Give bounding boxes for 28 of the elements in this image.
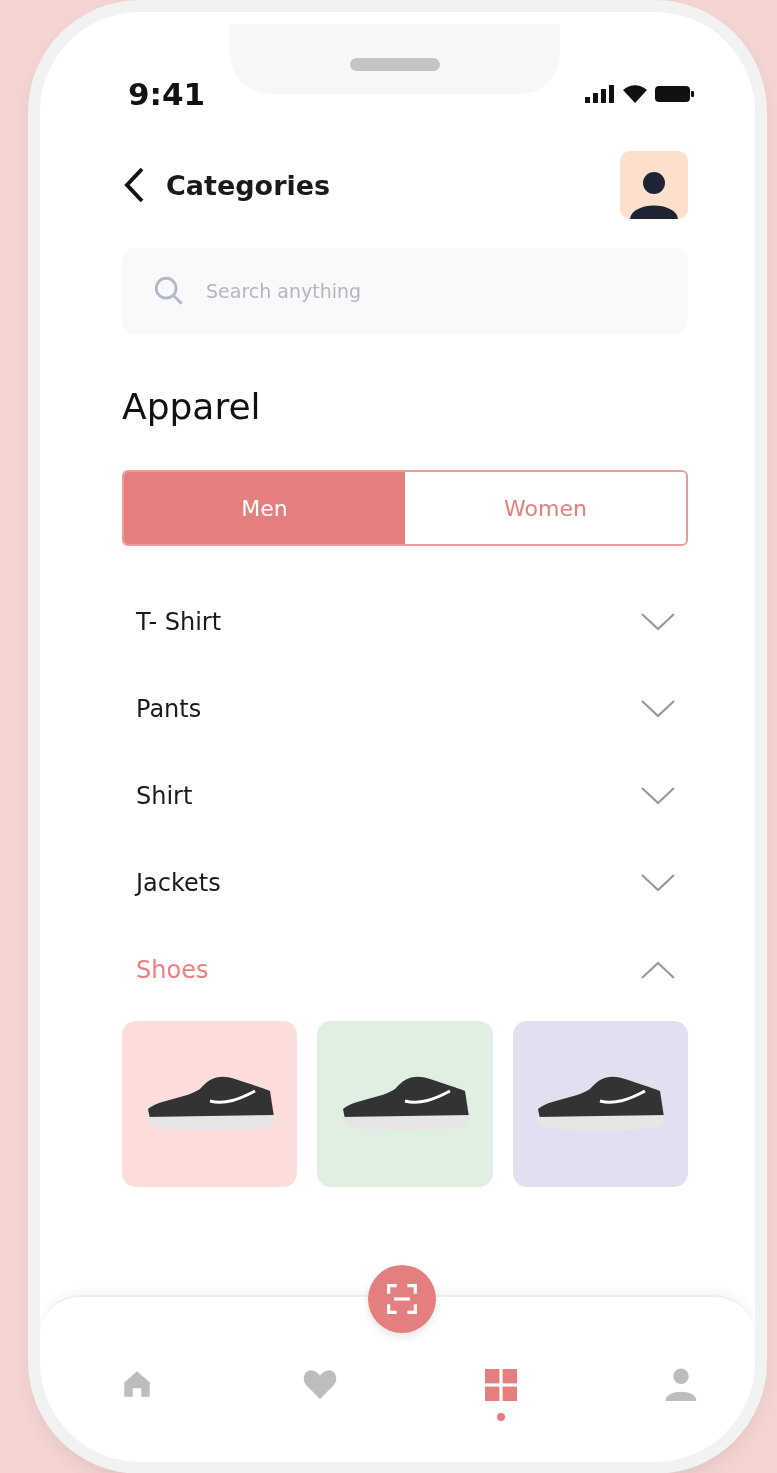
chevron-down-icon: [640, 697, 676, 720]
page-title: Categories: [166, 169, 332, 201]
back-chevron-icon: [122, 166, 146, 204]
battery-icon: [655, 86, 695, 102]
chevron-down-icon: [640, 871, 676, 894]
search-icon: [152, 274, 186, 308]
scan-button[interactable]: [368, 1265, 436, 1333]
wifi-icon: [623, 85, 647, 103]
avatar[interactable]: [620, 151, 688, 219]
status-time: 9:41: [128, 76, 206, 112]
heart-icon: [301, 1367, 338, 1401]
scan-icon: [386, 1283, 418, 1315]
section-title: Apparel: [122, 385, 262, 429]
grid-icon: [485, 1369, 518, 1401]
chevron-down-icon: [640, 784, 676, 807]
category-row[interactable]: Shirt: [122, 752, 688, 839]
product-tile[interactable]: [512, 1021, 688, 1187]
category-row[interactable]: T- Shirt: [122, 578, 688, 665]
signal-icon: [585, 85, 615, 103]
person-icon: [664, 1367, 697, 1401]
category-row[interactable]: Pants: [122, 665, 688, 752]
chevron-down-icon: [640, 610, 676, 633]
categories-tab[interactable]: [485, 1369, 518, 1421]
search-field[interactable]: Search anything: [122, 248, 688, 334]
back-button[interactable]: [122, 166, 146, 204]
product-tile[interactable]: [122, 1021, 298, 1187]
category-row[interactable]: Jackets: [122, 839, 688, 926]
product-tile[interactable]: [317, 1021, 493, 1187]
